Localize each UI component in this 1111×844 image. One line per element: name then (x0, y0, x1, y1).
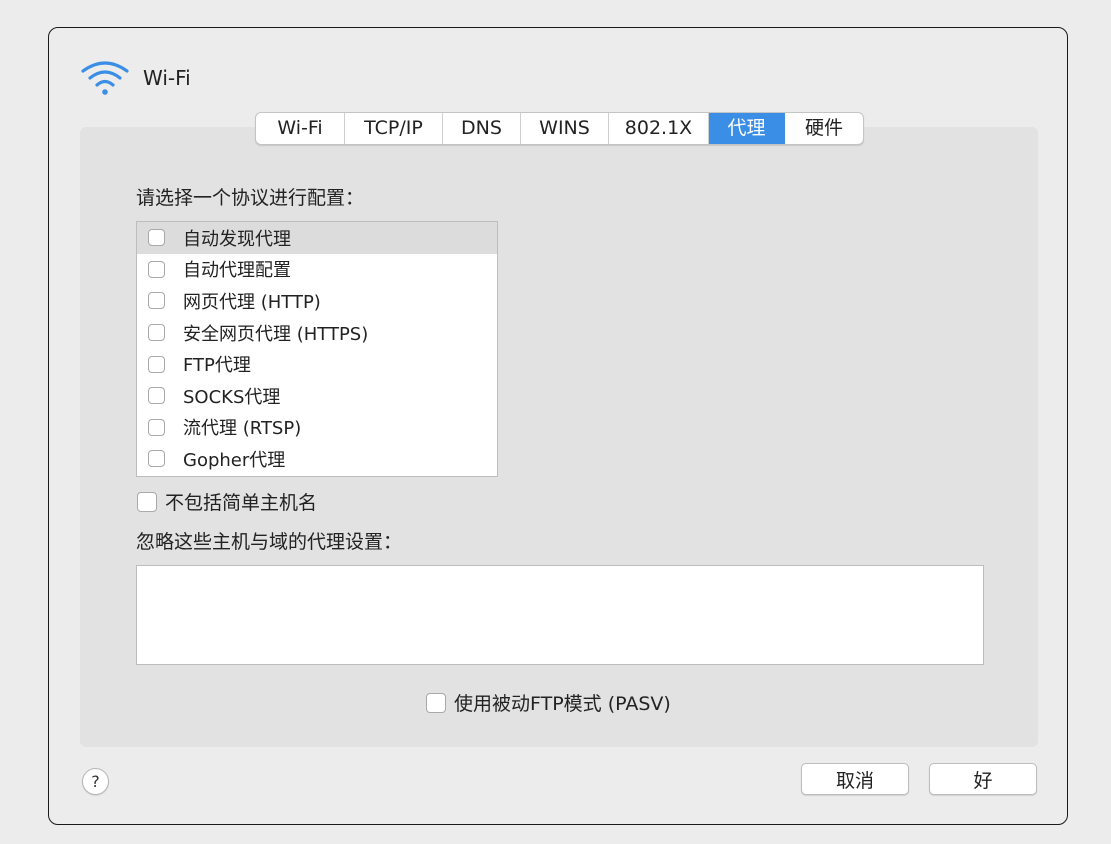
protocol-checkbox[interactable] (148, 450, 165, 468)
tab-tcpip[interactable]: TCP/IP (345, 113, 443, 144)
protocol-label: SOCKS代理 (183, 386, 281, 408)
protocol-item-gopher[interactable]: Gopher代理 (137, 443, 497, 475)
protocol-item-auto-config[interactable]: 自动代理配置 (137, 254, 497, 286)
passive-ftp-checkbox[interactable] (426, 692, 446, 713)
exclude-simple-hostnames-checkbox[interactable] (137, 491, 157, 512)
tab-wins[interactable]: WINS (521, 113, 609, 144)
network-settings-window: Wi-Fi Wi-Fi TCP/IP DNS WINS 802.1X 代理 硬件… (48, 27, 1068, 825)
protocol-checkbox[interactable] (148, 355, 165, 373)
protocol-list: 自动发现代理 自动代理配置 网页代理 (HTTP) 安全网页代理 (HTTPS)… (136, 221, 498, 477)
window-title: Wi-Fi (143, 66, 191, 90)
passive-ftp[interactable]: 使用被动FTP模式 (PASV) (426, 689, 671, 716)
tab-wifi[interactable]: Wi-Fi (256, 113, 345, 144)
cancel-button[interactable]: 取消 (801, 763, 909, 795)
protocol-label: 自动发现代理 (183, 228, 291, 250)
protocol-item-https[interactable]: 安全网页代理 (HTTPS) (137, 317, 497, 349)
exclude-simple-hostnames-label: 不包括简单主机名 (165, 492, 318, 514)
protocol-item-auto-discovery[interactable]: 自动发现代理 (137, 222, 497, 254)
protocol-label: Gopher代理 (183, 449, 286, 471)
tab-dns[interactable]: DNS (443, 113, 521, 144)
protocol-label: 自动代理配置 (183, 260, 291, 282)
protocol-checkbox[interactable] (148, 292, 165, 310)
protocol-select-label: 请选择一个协议进行配置： (136, 187, 365, 209)
protocol-checkbox[interactable] (148, 229, 165, 247)
protocol-checkbox[interactable] (148, 324, 165, 342)
protocol-item-rtsp[interactable]: 流代理 (RTSP) (137, 412, 497, 444)
bypass-hosts-field[interactable] (136, 565, 984, 665)
tab-hardware[interactable]: 硬件 (785, 113, 863, 144)
wifi-icon (81, 61, 129, 95)
tab-bar: Wi-Fi TCP/IP DNS WINS 802.1X 代理 硬件 (255, 112, 864, 145)
help-button[interactable]: ? (82, 768, 109, 795)
tab-8021x[interactable]: 802.1X (609, 113, 709, 144)
protocol-label: 网页代理 (HTTP) (183, 291, 321, 313)
protocol-label: FTP代理 (183, 355, 251, 377)
window-header: Wi-Fi (79, 58, 191, 98)
tab-proxy[interactable]: 代理 (709, 113, 785, 144)
protocol-item-http[interactable]: 网页代理 (HTTP) (137, 285, 497, 317)
protocol-label: 安全网页代理 (HTTPS) (183, 323, 369, 345)
protocol-checkbox[interactable] (148, 260, 165, 278)
passive-ftp-label: 使用被动FTP模式 (PASV) (454, 693, 671, 715)
protocol-checkbox[interactable] (148, 418, 165, 436)
protocol-item-socks[interactable]: SOCKS代理 (137, 380, 497, 412)
ok-button[interactable]: 好 (929, 763, 1037, 795)
protocol-item-ftp[interactable]: FTP代理 (137, 348, 497, 380)
protocol-label: 流代理 (RTSP) (183, 418, 302, 440)
protocol-checkbox[interactable] (148, 387, 165, 405)
exclude-simple-hostnames[interactable]: 不包括简单主机名 (137, 488, 317, 515)
bypass-label: 忽略这些主机与域的代理设置： (136, 531, 403, 553)
